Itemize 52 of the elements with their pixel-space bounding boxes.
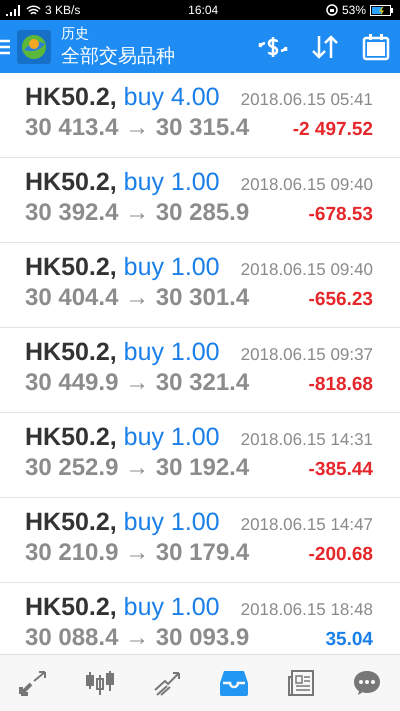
trade-row[interactable]: HK50.2, buy 1.00 2018.06.15 09:40 30 404.4 → 30 301.4 -656.23	[0, 243, 400, 328]
trade-prices: 30 392.4 → 30 285.9	[25, 199, 250, 227]
trade-prices: 30 252.9 → 30 192.4	[25, 454, 250, 482]
trade-icon[interactable]	[19, 670, 47, 696]
trade-time: 2018.06.15 14:47	[240, 515, 373, 535]
trade-title: HK50.2, buy 1.00	[25, 423, 220, 452]
trade-title: HK50.2, buy 1.00	[25, 168, 220, 197]
network-speed: 3 KB/s	[45, 3, 80, 17]
trade-title: HK50.2, buy 4.00	[25, 83, 220, 112]
trade-row[interactable]: HK50.2, buy 1.00 2018.06.15 09:40 30 392.4 → 30 285.9 -678.53	[0, 158, 400, 243]
news-icon[interactable]	[287, 669, 315, 697]
signal-icon	[6, 4, 22, 16]
calendar-icon[interactable]	[362, 32, 390, 60]
trade-profit: 35.04	[325, 629, 373, 651]
trade-profit: -656.23	[308, 289, 373, 311]
clock: 16:04	[188, 3, 218, 17]
trade-profit: -385.44	[308, 459, 373, 481]
trade-row[interactable]: HK50.2, buy 1.00 2018.06.15 09:37 30 449.9 → 30 321.4 -818.68	[0, 328, 400, 413]
trade-title: HK50.2, buy 1.00	[25, 253, 220, 282]
trade-profit: -818.68	[308, 374, 373, 396]
history-icon[interactable]	[219, 670, 249, 696]
trade-row[interactable]: HK50.2, buy 1.00 2018.06.15 14:47 30 210.9 → 30 179.4 -200.68	[0, 498, 400, 583]
trade-profit: -678.53	[308, 204, 373, 226]
wifi-icon	[26, 4, 41, 16]
sort-icon[interactable]	[310, 34, 340, 60]
currency-exchange-icon[interactable]	[258, 34, 288, 58]
trade-title: HK50.2, buy 1.00	[25, 338, 220, 367]
trade-prices: 30 413.4 → 30 315.4	[25, 114, 250, 142]
screen-title: 历史	[61, 24, 90, 42]
app-logo-icon	[17, 30, 51, 64]
menu-icon[interactable]	[0, 38, 10, 54]
trade-title: HK50.2, buy 1.00	[25, 593, 220, 622]
trade-prices: 30 449.9 → 30 321.4	[25, 369, 250, 397]
trade-time: 2018.06.15 18:48	[240, 600, 373, 620]
quotes-icon[interactable]	[153, 670, 181, 696]
trade-title: HK50.2, buy 1.00	[25, 508, 220, 537]
chart-icon[interactable]	[85, 669, 115, 697]
trade-row[interactable]: HK50.2, buy 1.00 2018.06.15 14:31 30 252.9 → 30 192.4 -385.44	[0, 413, 400, 498]
chat-icon[interactable]	[353, 670, 381, 696]
trade-profit: -200.68	[308, 544, 373, 566]
trade-row[interactable]: HK50.2, buy 4.00 2018.06.15 05:41 30 413.4 → 30 315.4 -2 497.52	[0, 73, 400, 158]
trade-time: 2018.06.15 14:31	[240, 430, 373, 450]
trade-time: 2018.06.15 09:40	[240, 260, 373, 280]
trade-time: 2018.06.15 05:41	[240, 90, 373, 110]
trade-prices: 30 210.9 → 30 179.4	[25, 539, 250, 567]
trade-prices: 30 404.4 → 30 301.4	[25, 284, 250, 312]
trade-time: 2018.06.15 09:37	[240, 345, 373, 365]
battery-icon	[370, 4, 394, 16]
battery-percent: 53%	[342, 3, 366, 17]
trade-profit: -2 497.52	[292, 119, 373, 141]
trade-time: 2018.06.15 09:40	[240, 175, 373, 195]
trade-prices: 30 088.4 → 30 093.9	[25, 624, 250, 652]
